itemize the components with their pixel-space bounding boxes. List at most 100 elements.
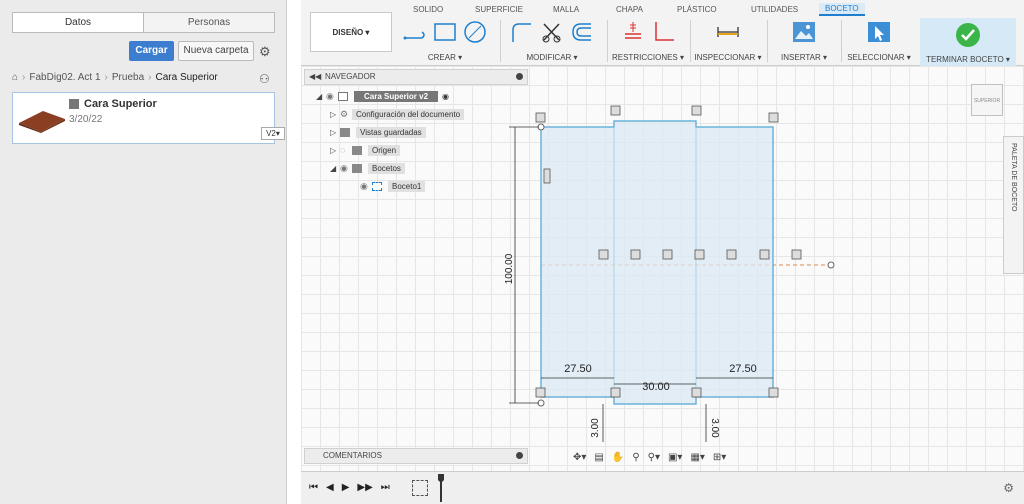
gear-icon[interactable]: ⚙ xyxy=(1003,481,1014,495)
sketch-palette-tab[interactable]: PALETA DE BOCETO xyxy=(1003,136,1024,274)
divider xyxy=(607,20,608,62)
insert-group[interactable]: INSERTAR ▾ xyxy=(771,20,837,64)
constraints-label: RESTRICCIONES ▾ xyxy=(611,53,685,62)
step-forward-icon[interactable]: ▶▶ xyxy=(357,482,372,493)
new-folder-button[interactable]: Nueva carpeta xyxy=(178,41,254,61)
browser-title: NAVEGADOR xyxy=(325,72,376,81)
play-icon[interactable]: ▶ xyxy=(342,482,350,493)
timeline: ⏮ ◀ ▶ ▶▶ ⏭ ⚙ xyxy=(301,471,1024,504)
sketch-icon xyxy=(372,181,382,191)
home-icon[interactable]: ⌂ xyxy=(12,72,18,83)
viewports-icon[interactable]: ⊞▾ xyxy=(713,452,726,463)
browser-item-origin[interactable]: ▷ ◌ Origen xyxy=(330,142,401,158)
create-label: CREAR ▾ xyxy=(427,53,463,62)
tab-datos[interactable]: Datos xyxy=(13,13,143,32)
perpendicular-icon[interactable] xyxy=(650,20,676,44)
collapse-icon[interactable]: ◀◀ xyxy=(309,70,321,84)
pin-icon[interactable] xyxy=(516,452,523,459)
file-card[interactable]: Cara Superior 3/20/22 V2▾ xyxy=(12,92,285,144)
visibility-icon[interactable]: ◉ xyxy=(340,163,352,174)
trim-icon[interactable] xyxy=(539,20,565,44)
tab-chapa[interactable]: CHAPA xyxy=(616,5,643,14)
comments-panel[interactable]: COMENTARIOS xyxy=(304,448,528,464)
step-back-icon[interactable]: ◀ xyxy=(326,482,334,493)
zoom-icon[interactable]: ⚲ xyxy=(632,452,639,463)
tab-superficie[interactable]: SUPERFICIE xyxy=(475,5,523,14)
expand-triangle-icon[interactable]: ▷ xyxy=(330,146,340,155)
browser-root[interactable]: ◢ ◉ Cara Superior v2 ◉ xyxy=(316,88,449,104)
share-icon[interactable]: ⚇ xyxy=(259,72,270,86)
chevron-right-icon: › xyxy=(22,72,26,83)
measure-icon[interactable] xyxy=(715,20,741,44)
finish-sketch-group[interactable]: TERMINAR BOCETO ▾ xyxy=(920,18,1016,66)
checkmark-icon[interactable] xyxy=(955,22,981,48)
browser-item-sketches[interactable]: ◢ ◉ Bocetos xyxy=(330,160,405,176)
sketch-profile xyxy=(540,120,774,405)
tab-plastico[interactable]: PLÁSTICO xyxy=(677,5,717,14)
fillet-icon[interactable] xyxy=(509,20,535,44)
canvas[interactable]: 100.00 27.50 30.00 27.50 3.00 3.00 ◀◀ NA… xyxy=(301,66,1024,471)
inspect-group[interactable]: INSPECCIONAR ▾ xyxy=(694,20,762,64)
tab-solido[interactable]: SOLIDO xyxy=(413,5,443,14)
tab-boceto[interactable]: BOCETO xyxy=(819,3,865,16)
timeline-sketch-feature[interactable] xyxy=(412,480,428,496)
chevron-right-icon: › xyxy=(148,72,152,83)
browser-item-saved-views[interactable]: ▷ Vistas guardadas xyxy=(330,124,426,140)
timeline-marker[interactable] xyxy=(438,474,444,502)
rectangle-icon[interactable] xyxy=(432,20,458,44)
create-group[interactable]: CREAR ▾ xyxy=(399,20,491,64)
data-panel-tabs: Datos Personas xyxy=(12,12,275,33)
folder-icon xyxy=(340,127,350,137)
fit-icon[interactable]: ⚲▾ xyxy=(648,452,660,463)
dimension-left-depth: 3.00 xyxy=(590,418,601,438)
look-at-icon[interactable]: ▤ xyxy=(594,452,603,463)
line-icon[interactable] xyxy=(402,20,428,44)
viewcube[interactable]: SUPERIOR xyxy=(971,84,1003,116)
version-label: V2 xyxy=(266,129,276,138)
browser-header[interactable]: ◀◀ NAVEGADOR xyxy=(304,69,528,85)
insert-label: INSERTAR ▾ xyxy=(781,53,827,62)
version-badge[interactable]: V2▾ xyxy=(261,127,285,140)
skip-end-icon[interactable]: ⏭ xyxy=(381,482,390,493)
pan-icon[interactable]: ✋ xyxy=(612,452,624,463)
tab-personas[interactable]: Personas xyxy=(143,13,274,32)
expand-triangle-icon[interactable]: ▷ xyxy=(330,128,340,137)
breadcrumb-folder[interactable]: Prueba xyxy=(112,72,144,83)
browser-item-label: Bocetos xyxy=(368,162,405,174)
file-name: Cara Superior xyxy=(84,98,157,110)
tab-malla[interactable]: MALLA xyxy=(553,5,579,14)
breadcrumb-project[interactable]: FabDig02. Act 1 xyxy=(29,72,100,83)
visibility-icon[interactable]: ◉ xyxy=(326,91,338,102)
divider xyxy=(841,20,842,62)
select-group[interactable]: SELECCIONAR ▾ xyxy=(844,20,914,64)
dimension-left-offset: 27.50 xyxy=(564,363,592,375)
upload-button[interactable]: Cargar xyxy=(129,41,174,61)
expand-triangle-icon[interactable]: ▷ xyxy=(330,110,340,119)
gear-icon[interactable]: ⚙ xyxy=(259,44,271,60)
browser-item-document-settings[interactable]: ▷ ⚙ Configuración del documento xyxy=(330,106,465,122)
select-icon[interactable] xyxy=(866,20,892,44)
collapse-triangle-icon[interactable]: ◢ xyxy=(316,92,326,101)
radio-icon[interactable]: ◉ xyxy=(442,92,449,101)
folder-icon xyxy=(352,163,362,173)
file-date: 3/20/22 xyxy=(69,114,103,125)
visibility-icon[interactable]: ◌ xyxy=(340,145,352,155)
coincident-icon[interactable] xyxy=(620,20,646,44)
pin-icon[interactable] xyxy=(516,73,523,80)
tab-utilidades[interactable]: UTILIDADES xyxy=(751,5,798,14)
offset-icon[interactable] xyxy=(569,20,595,44)
circle-icon[interactable] xyxy=(462,20,488,44)
browser-item-label: Boceto1 xyxy=(388,180,426,192)
modify-group[interactable]: MODIFICAR ▾ xyxy=(503,20,601,64)
browser-item-label: Origen xyxy=(368,144,401,156)
visibility-icon[interactable]: ◉ xyxy=(360,181,372,192)
display-settings-icon[interactable]: ▣▾ xyxy=(668,452,682,463)
constraints-group[interactable]: RESTRICCIONES ▾ xyxy=(611,20,685,64)
image-icon[interactable] xyxy=(791,20,817,44)
grid-settings-icon[interactable]: ▦▾ xyxy=(690,452,704,463)
browser-item-sketch1[interactable]: ◉ Boceto1 xyxy=(360,178,426,194)
orbit-icon[interactable]: ✥▾ xyxy=(573,452,586,463)
workspace-switcher[interactable]: DISEÑO ▾ xyxy=(310,12,392,52)
skip-start-icon[interactable]: ⏮ xyxy=(309,482,318,493)
collapse-triangle-icon[interactable]: ◢ xyxy=(330,164,340,173)
